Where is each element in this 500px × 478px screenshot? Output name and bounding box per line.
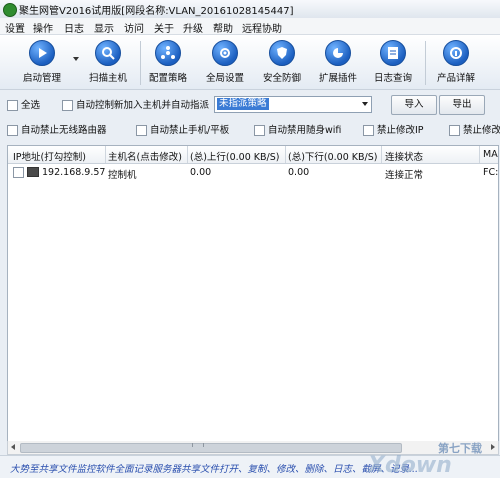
shield-icon <box>269 40 295 66</box>
menu-log[interactable]: 日志 <box>64 20 84 35</box>
option-label: 自动禁止手机/平板 <box>150 125 230 136</box>
mac-cell: FC: <box>483 167 499 178</box>
settings-icon <box>212 40 238 66</box>
export-button[interactable]: 导出 <box>439 95 485 115</box>
import-button[interactable]: 导入 <box>391 95 437 115</box>
policy-select[interactable]: 未指派策略 <box>214 96 372 113</box>
checkbox[interactable] <box>7 100 18 111</box>
column-header-hostname[interactable]: 主机名(点击修改) <box>108 149 182 163</box>
toolbar: 启动管理 扫描主机 配置策略 全局设置 安全防御 扩展插件 日志查询 产品详解 <box>0 35 500 90</box>
auto-control-label: 自动控制新加入主机并自动指派 <box>76 100 210 111</box>
option-block-wireless-router[interactable]: 自动禁止无线路由器 <box>7 122 107 136</box>
menu-help[interactable]: 帮助 <box>213 20 233 35</box>
menu-access[interactable]: 访问 <box>124 20 144 35</box>
toolbar-label: 安全防御 <box>262 73 301 84</box>
menu-upgrade[interactable]: 升级 <box>183 20 203 35</box>
hostname-cell[interactable]: 控制机 <box>108 167 137 181</box>
upload-cell: 0.00 <box>190 167 212 178</box>
menu-display[interactable]: 显示 <box>94 20 114 35</box>
toolbar-label: 扫描主机 <box>88 73 127 84</box>
table-header: IP地址(打勾控制) 主机名(点击修改) (总)上行(0.00 KB/S) (总… <box>8 146 498 164</box>
select-all-checkbox[interactable]: 全选 <box>7 97 40 111</box>
option-label: 自动禁用随身wifi <box>268 125 342 136</box>
auto-control-checkbox[interactable]: 自动控制新加入主机并自动指派 <box>62 97 209 111</box>
option-block-change-ip[interactable]: 禁止修改IP <box>363 122 424 136</box>
menu-about[interactable]: 关于 <box>154 20 174 35</box>
ip-value: 192.168.9.57 <box>42 167 106 178</box>
toolbar-separator <box>425 41 426 85</box>
download-cell: 0.00 <box>288 167 310 178</box>
option-label: 自动禁止无线路由器 <box>21 125 107 136</box>
column-header-status[interactable]: 连接状态 <box>385 149 423 163</box>
menu-settings[interactable]: 设置 <box>5 20 25 35</box>
column-header-mac[interactable]: MA <box>483 149 498 160</box>
checkbox[interactable] <box>62 100 73 111</box>
toolbar-extension-plugins[interactable]: 扩展插件 <box>316 40 360 86</box>
status-cell: 连接正常 <box>385 170 424 181</box>
host-table: IP地址(打勾控制) 主机名(点击修改) (总)上行(0.00 KB/S) (总… <box>7 145 499 443</box>
toolbar-label: 全局设置 <box>205 73 244 84</box>
log-icon <box>380 40 406 66</box>
scroll-left-icon[interactable] <box>11 444 15 450</box>
column-header-download[interactable]: (总)下行(0.00 KB/S) <box>288 149 377 163</box>
toolbar-global-settings[interactable]: 全局设置 <box>203 40 247 86</box>
option-block-phone-tablet[interactable]: 自动禁止手机/平板 <box>136 122 229 136</box>
select-all-label: 全选 <box>21 100 41 111</box>
toolbar-label: 配置策略 <box>148 73 187 84</box>
option-block-portable-wifi[interactable]: 自动禁用随身wifi <box>254 122 341 136</box>
app-icon <box>3 3 17 17</box>
svg-text:Xdown: Xdown <box>366 453 452 474</box>
toolbar-label: 扩展插件 <box>318 73 357 84</box>
toolbar-config-policy[interactable]: 配置策略 <box>146 40 190 86</box>
toolbar-label: 产品详解 <box>436 73 475 84</box>
watermark-logo: 第七下载 Xdown <box>366 441 482 474</box>
toolbar-log-query[interactable]: 日志查询 <box>371 40 415 86</box>
policy-select-value: 未指派策略 <box>217 98 269 110</box>
option-block-change[interactable]: 禁止修改 <box>449 122 500 136</box>
plugin-icon <box>325 40 351 66</box>
row-ip-cell: 192.168.9.57 <box>13 166 106 178</box>
computer-icon <box>27 166 39 177</box>
option-label: 禁止修改IP <box>377 125 424 136</box>
toolbar-label: 日志查询 <box>373 73 412 84</box>
row-checkbox[interactable] <box>13 167 24 178</box>
toolbar-security-defense[interactable]: 安全防御 <box>260 40 304 86</box>
checkbox[interactable] <box>136 125 147 136</box>
window-title: 聚生网管V2016试用版[网段名称:VLAN_20161028145447] <box>19 6 294 17</box>
toolbar-scan-hosts[interactable]: 扫描主机 <box>86 40 130 86</box>
policy-icon <box>155 40 181 66</box>
checkbox[interactable] <box>7 125 18 136</box>
title-bar: 聚生网管V2016试用版[网段名称:VLAN_20161028145447] <box>0 0 500 19</box>
chevron-down-icon <box>362 102 368 106</box>
checkbox[interactable] <box>449 125 460 136</box>
chevron-down-icon[interactable] <box>73 57 79 61</box>
scan-icon <box>95 40 121 66</box>
table-row[interactable]: 192.168.9.57 控制机 0.00 0.00 连接正常 FC: <box>8 164 499 181</box>
toolbar-separator <box>140 41 141 85</box>
checkbox[interactable] <box>363 125 374 136</box>
play-icon <box>29 40 55 66</box>
toolbar-label: 启动管理 <box>22 73 61 84</box>
menu-bar: 设置 操作 日志 显示 访问 关于 升级 帮助 远程协助 <box>0 18 500 35</box>
toolbar-product-details[interactable]: 产品详解 <box>434 40 478 86</box>
option-label: 禁止修改 <box>463 125 500 136</box>
menu-operate[interactable]: 操作 <box>33 20 53 35</box>
scrollbar-grip <box>192 443 204 447</box>
checkbox[interactable] <box>254 125 265 136</box>
column-header-ip[interactable]: IP地址(打勾控制) <box>13 149 86 163</box>
column-header-upload[interactable]: (总)上行(0.00 KB/S) <box>190 149 279 163</box>
menu-remote-assist[interactable]: 远程协助 <box>242 20 282 35</box>
info-icon <box>443 40 469 66</box>
toolbar-start-manage[interactable]: 启动管理 <box>20 40 64 86</box>
